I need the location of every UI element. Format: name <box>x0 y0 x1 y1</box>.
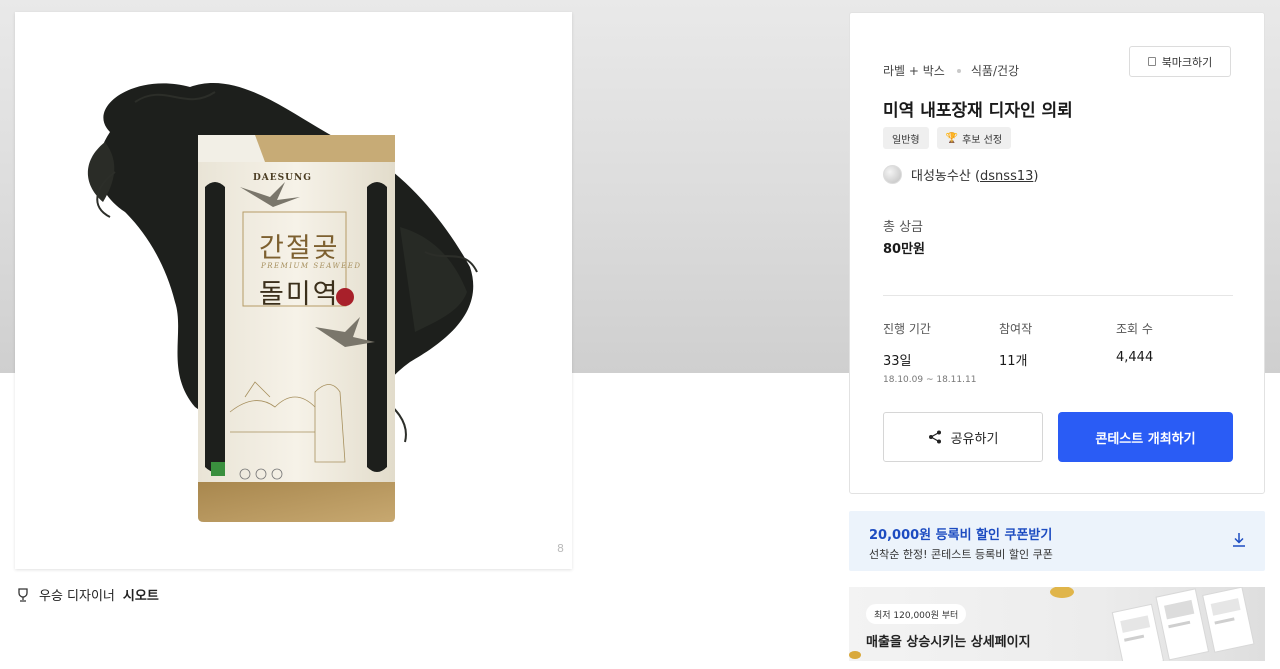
badge-type: 일반형 <box>883 127 929 149</box>
stat-duration-value: 33일 <box>883 354 912 369</box>
coupon-subtitle: 선착순 한정! 콘테스트 등록비 할인 쿠폰 <box>869 548 1053 561</box>
host-contest-button[interactable]: 콘테스트 개최하기 <box>1058 412 1233 462</box>
badge-candidate-label: 후보 선정 <box>962 134 1003 146</box>
promo-banner[interactable]: 최저 120,000원 부터 매출을 상승시키는 상세페이지 <box>849 587 1265 661</box>
bookmark-button[interactable]: 북마크하기 <box>1129 46 1231 77</box>
breadcrumb-subcategory[interactable]: 식품/건강 <box>971 62 1019 79</box>
badge-candidate: 🏆 후보 선정 <box>936 127 1012 149</box>
share-icon <box>928 430 941 444</box>
download-icon[interactable] <box>1232 532 1246 548</box>
winner-name[interactable]: 시오트 <box>123 585 159 604</box>
promo-title: 매출을 상승시키는 상세페이지 <box>866 635 1031 650</box>
breadcrumb-separator <box>956 68 961 73</box>
stat-views: 조회 수 4,444 <box>1116 320 1153 365</box>
stat-entries: 참여작 11개 <box>999 320 1032 369</box>
promo-price-pill: 최저 120,000원 부터 <box>866 604 967 624</box>
coupon-title: 20,000원 등록비 할인 쿠폰받기 <box>869 528 1053 543</box>
stat-views-label: 조회 수 <box>1116 322 1153 336</box>
share-button[interactable]: 공유하기 <box>883 412 1043 462</box>
winner-label: 우승 디자이너 <box>39 589 115 604</box>
contest-info-panel: 라벨 + 박스 식품/건강 북마크하기 미역 내포장재 디자인 의뢰 일반형 🏆… <box>849 12 1265 494</box>
package-title-line1: 간절곶 <box>259 233 340 264</box>
winner-designer: 우승 디자이너 시오트 <box>15 585 159 604</box>
trophy-icon <box>18 587 28 602</box>
package-subtitle: PREMIUM SEAWEED <box>261 262 362 270</box>
stat-entries-value: 11개 <box>999 354 1028 369</box>
prize-label: 총 상금 <box>883 220 924 235</box>
product-image[interactable]: DAESUNG 간절곶 PREMIUM SEAWEED 돌미역 8 <box>15 12 572 569</box>
prize-value: 80만원 <box>883 242 926 257</box>
stat-duration-dates: 18.10.09 ~ 18.11.11 <box>883 375 977 385</box>
contest-owner[interactable]: 대성농수산 (dsnss13) <box>883 165 1038 184</box>
coupon-banner[interactable]: 20,000원 등록비 할인 쿠폰받기 선착순 한정! 콘테스트 등록비 할인 … <box>849 511 1265 571</box>
breadcrumb: 라벨 + 박스 식품/건강 <box>883 62 1019 79</box>
package-brand: DAESUNG <box>253 173 312 183</box>
owner-name: 대성농수산 <box>911 169 971 184</box>
avatar <box>883 165 902 184</box>
stat-views-value: 4,444 <box>1116 350 1154 365</box>
bookmark-icon <box>1147 57 1156 66</box>
badge-type-label: 일반형 <box>892 134 920 146</box>
trophy-icon: 🏆 <box>945 132 959 144</box>
stat-duration-label: 진행 기간 <box>883 322 931 336</box>
bookmark-label: 북마크하기 <box>1161 55 1213 69</box>
image-index: 8 <box>557 542 564 555</box>
owner-id[interactable]: dsnss13 <box>980 169 1033 184</box>
share-label: 공유하기 <box>950 431 999 447</box>
package-title-line2: 돌미역 <box>259 279 340 310</box>
stat-entries-label: 참여작 <box>999 322 1033 336</box>
contest-title: 미역 내포장재 디자인 의뢰 <box>883 101 1073 121</box>
divider <box>883 295 1233 296</box>
contest-badges: 일반형 🏆 후보 선정 <box>883 127 1012 149</box>
owner-id-close: ) <box>1033 169 1039 184</box>
breadcrumb-category[interactable]: 라벨 + 박스 <box>883 62 945 79</box>
stat-duration: 진행 기간 33일 18.10.09 ~ 18.11.11 <box>883 320 976 385</box>
